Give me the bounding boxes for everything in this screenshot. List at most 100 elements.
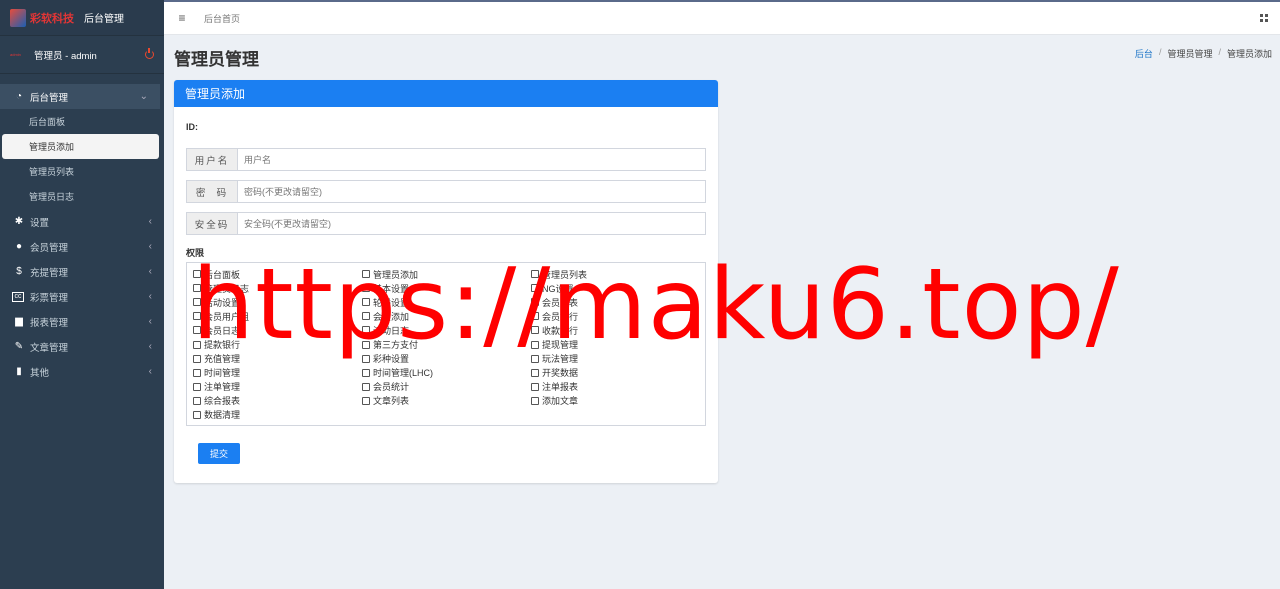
permission-checkbox[interactable]	[193, 298, 201, 307]
permission-item[interactable]: 轮播设置	[362, 295, 531, 309]
header-home-link[interactable]: 后台首页	[204, 12, 240, 25]
permission-checkbox[interactable]	[193, 312, 201, 321]
permission-item[interactable]: 后台面板	[193, 267, 362, 281]
permission-item[interactable]: 活动日志	[362, 323, 531, 337]
permission-item[interactable]: 会员银行	[531, 309, 700, 323]
permission-item[interactable]: 收款银行	[531, 323, 700, 337]
sidebar-item-members[interactable]: ● 会员管理 ‹	[0, 234, 164, 259]
permission-checkbox[interactable]	[362, 368, 370, 377]
sidebar-item-label: 彩票管理	[30, 292, 69, 304]
permission-item[interactable]: 会员统计	[362, 380, 531, 394]
permission-checkbox[interactable]	[193, 410, 201, 419]
permission-checkbox[interactable]	[193, 396, 201, 405]
grid-icon[interactable]	[1260, 14, 1268, 22]
permission-checkbox[interactable]	[531, 396, 539, 405]
password-input[interactable]	[238, 181, 705, 202]
sidebar-item-settings[interactable]: ✱ 设置 ‹	[0, 209, 164, 234]
permission-item[interactable]: NG设置	[531, 281, 700, 295]
permission-checkbox[interactable]	[193, 270, 201, 279]
permission-label: 提款银行	[204, 340, 241, 351]
sidebar-item-lottery[interactable]: cc 彩票管理 ‹	[0, 284, 164, 309]
permission-checkbox[interactable]	[362, 326, 370, 335]
sidebar-item-articles[interactable]: ✎ 文章管理 ‹	[0, 334, 164, 359]
permission-checkbox[interactable]	[531, 298, 539, 307]
permission-checkbox[interactable]	[193, 326, 201, 335]
username-input[interactable]	[238, 149, 705, 170]
sidebar-item-finance[interactable]: $ 充提管理 ‹	[0, 259, 164, 284]
permission-label: 时间管理(LHC)	[373, 368, 433, 379]
breadcrumb-current: 管理员添加	[1226, 49, 1272, 59]
permission-label: NG设置	[542, 283, 574, 294]
permission-checkbox[interactable]	[362, 312, 370, 321]
sidebar-item-backend[interactable]: ◔ 后台管理 ⌄	[0, 84, 160, 109]
permission-checkbox[interactable]	[193, 354, 201, 363]
permission-checkbox[interactable]	[531, 312, 539, 321]
chevron-left-icon: ‹	[148, 366, 152, 377]
permission-item[interactable]: 提款银行	[193, 337, 362, 351]
permission-checkbox[interactable]	[362, 396, 370, 405]
permission-checkbox[interactable]	[362, 354, 370, 363]
permission-checkbox[interactable]	[193, 340, 201, 349]
permission-item[interactable]: 时间管理(LHC)	[362, 366, 531, 380]
power-icon[interactable]	[145, 48, 154, 59]
menu-toggle-icon[interactable]: ≡	[164, 11, 200, 25]
permission-checkbox[interactable]	[531, 270, 539, 279]
permission-item[interactable]: 第三方支付	[362, 337, 531, 351]
permission-item[interactable]: 彩种设置	[362, 352, 531, 366]
permission-item[interactable]: 活动设置	[193, 295, 362, 309]
permission-item[interactable]: 充值管理	[193, 352, 362, 366]
submit-button[interactable]: 提交	[198, 443, 240, 464]
permission-item[interactable]: 会员日志	[193, 323, 362, 337]
sidebar-subitem-dashboard[interactable]: 后台面板	[0, 109, 164, 134]
logo-bar[interactable]: 彩软科技 后台管理	[0, 0, 164, 36]
permission-checkbox[interactable]	[193, 382, 201, 391]
sidebar-subitem-admin-add[interactable]: 管理员添加	[2, 134, 159, 159]
permission-checkbox[interactable]	[193, 368, 201, 377]
permission-item[interactable]: 会员添加	[362, 309, 531, 323]
sidebar-menu: ◔ 后台管理 ⌄ 后台面板 管理员添加 管理员列表 管理员日志 ✱ 设置 ‹ ●…	[0, 74, 164, 384]
sidebar-subitem-admin-list[interactable]: 管理员列表	[0, 159, 164, 184]
permission-item[interactable]: 会员用户组	[193, 309, 362, 323]
permission-item[interactable]: 管理员列表	[531, 267, 700, 281]
permission-checkbox[interactable]	[362, 298, 370, 307]
permission-item[interactable]: 会员列表	[531, 295, 700, 309]
permission-item[interactable]: 提现管理	[531, 337, 700, 351]
sidebar-subitem-admin-log[interactable]: 管理员日志	[0, 184, 164, 209]
safecode-input[interactable]	[238, 213, 705, 234]
permission-checkbox[interactable]	[531, 340, 539, 349]
permission-checkbox[interactable]	[531, 354, 539, 363]
permission-item[interactable]: 玩法管理	[531, 352, 700, 366]
permission-item[interactable]: 开奖数据	[531, 366, 700, 380]
permission-label: 注单报表	[542, 382, 579, 393]
permission-checkbox[interactable]	[193, 284, 201, 293]
sidebar-item-label: 其他	[30, 367, 50, 379]
permissions-box: 后台面板 管理员添加 管理员列表 管理员日志 基本设置 NG设置 活动设置 轮播设置 会员列表会…	[186, 262, 706, 426]
permission-item[interactable]: 数据清理	[193, 408, 362, 422]
permission-label: 彩种设置	[373, 354, 410, 365]
permission-item[interactable]: 文章列表	[362, 394, 531, 408]
permission-item[interactable]: 添加文章	[531, 394, 700, 408]
permission-checkbox[interactable]	[531, 326, 539, 335]
user-name: 管理员 - admin	[34, 50, 97, 62]
permission-label: 收款银行	[542, 325, 579, 336]
top-header: ≡ 后台首页	[164, 2, 1280, 35]
permission-checkbox[interactable]	[531, 382, 539, 391]
permission-item[interactable]: 管理员添加	[362, 267, 531, 281]
sidebar-item-other[interactable]: ▮ 其他 ‹	[0, 359, 164, 384]
permission-item[interactable]: 注单报表	[531, 380, 700, 394]
permission-checkbox[interactable]	[531, 368, 539, 377]
breadcrumb-home[interactable]: 后台	[1135, 47, 1153, 60]
permission-item[interactable]: 管理员日志	[193, 281, 362, 295]
permission-checkbox[interactable]	[362, 382, 370, 391]
permission-checkbox[interactable]	[362, 340, 370, 349]
permission-item[interactable]: 基本设置	[362, 281, 531, 295]
permission-item[interactable]: 综合报表	[193, 394, 362, 408]
permission-checkbox[interactable]	[531, 284, 539, 293]
permission-checkbox[interactable]	[362, 270, 370, 279]
breadcrumb-section[interactable]: 管理员管理	[1167, 47, 1212, 60]
permission-item[interactable]: 注单管理	[193, 380, 362, 394]
permission-label: 管理员日志	[204, 283, 250, 294]
sidebar-item-reports[interactable]: ▆ 报表管理 ‹	[0, 309, 164, 334]
permission-item[interactable]: 时间管理	[193, 366, 362, 380]
permission-checkbox[interactable]	[362, 284, 370, 293]
